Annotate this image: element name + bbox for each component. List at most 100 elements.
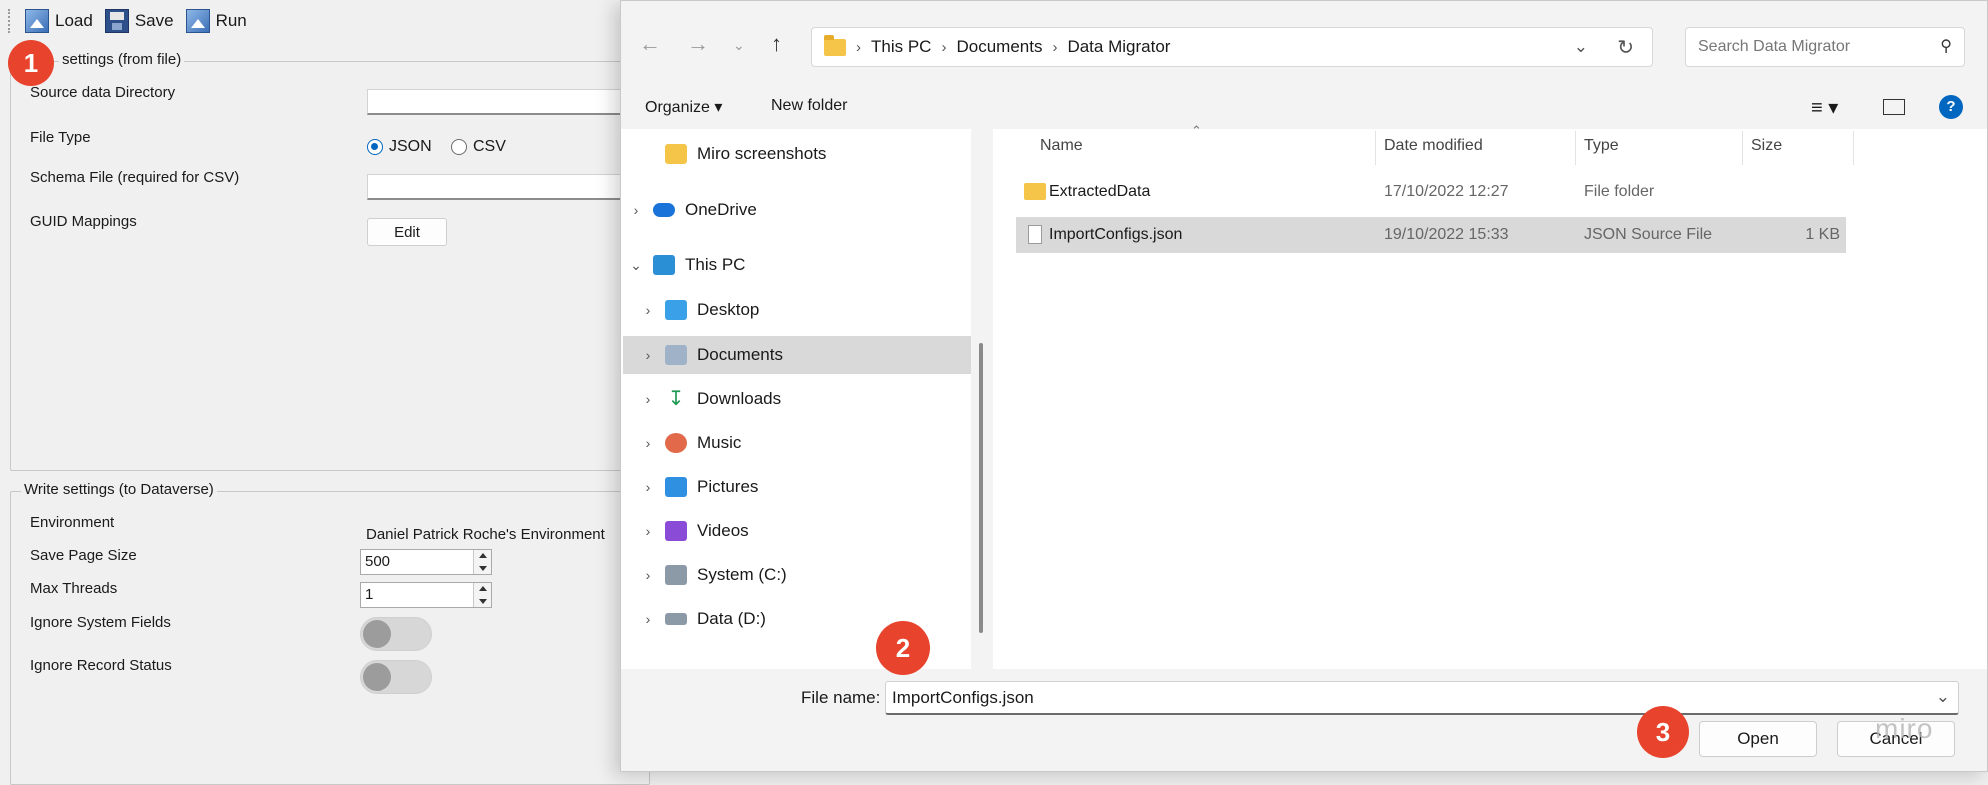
json-option-label: JSON — [389, 138, 432, 155]
file-size: 1 KB — [1805, 226, 1840, 243]
search-placeholder: Search Data Migrator — [1698, 38, 1851, 55]
main-toolbar: Load Save Run — [0, 0, 640, 42]
address-bar[interactable]: › This PC › Documents › Data Migrator ⌄ … — [811, 27, 1653, 67]
nav-item-system-c[interactable]: › System (C:) — [641, 557, 787, 593]
miro-watermark: miro — [1875, 713, 1934, 744]
chevron-right-icon: › — [645, 479, 651, 495]
load-button[interactable]: Load — [25, 9, 93, 33]
ignore-status-toggle[interactable] — [360, 660, 432, 694]
max-threads-stepper[interactable]: 1 — [360, 582, 492, 608]
chevron-right-icon: › — [645, 435, 651, 451]
toolbar-grip — [8, 9, 11, 33]
search-input[interactable]: Search Data Migrator ⚲ — [1685, 27, 1965, 67]
file-row-importconfigs[interactable]: ImportConfigs.json 19/10/2022 15:33 JSON… — [1016, 217, 1846, 253]
column-header-date[interactable]: Date modified — [1384, 137, 1483, 155]
desktop-icon — [665, 300, 687, 320]
nav-item-this-pc[interactable]: ⌄ This PC — [629, 247, 745, 283]
open-button[interactable]: Open — [1699, 721, 1817, 757]
file-row-extracteddata[interactable]: ExtractedData 17/10/2022 12:27 File fold… — [1016, 174, 1846, 210]
file-name-input[interactable]: ImportConfigs.json ⌄ — [885, 681, 1959, 715]
column-divider[interactable] — [1742, 131, 1743, 165]
nav-item-pictures[interactable]: › Pictures — [641, 469, 758, 505]
chevron-down-icon[interactable]: ⌄ — [1574, 37, 1588, 57]
file-type-csv-radio[interactable]: CSV — [451, 138, 506, 156]
column-divider[interactable] — [1853, 131, 1854, 165]
download-icon: ↧ — [667, 388, 685, 410]
chevron-down-icon: ⌄ — [630, 256, 642, 273]
read-settings-group: settings (from file) — [10, 51, 650, 471]
write-settings-title: Write settings (to Dataverse) — [21, 481, 217, 498]
file-type: JSON Source File — [1584, 226, 1713, 243]
back-arrow-icon[interactable]: ← — [639, 31, 661, 57]
breadcrumb-data-migrator[interactable]: Data Migrator — [1067, 37, 1170, 57]
column-divider[interactable] — [1375, 131, 1376, 165]
column-header-size[interactable]: Size — [1751, 137, 1782, 155]
save-button[interactable]: Save — [104, 9, 174, 33]
max-threads-label: Max Threads — [30, 580, 118, 597]
command-bar: Organize ▾ New folder ≡ ▾ ? — [621, 87, 1987, 127]
spin-arrows-icon[interactable] — [473, 583, 491, 607]
nav-item-music[interactable]: › Music — [641, 425, 741, 461]
file-name: ExtractedData — [1049, 183, 1151, 200]
column-divider[interactable] — [1575, 131, 1576, 165]
nav-label: OneDrive — [685, 200, 757, 219]
run-button[interactable]: Run — [185, 9, 247, 33]
nav-scrollbar[interactable] — [979, 343, 983, 633]
up-arrow-icon[interactable]: ↑ — [771, 31, 782, 57]
chevron-down-icon[interactable]: ⌄ — [1936, 687, 1950, 707]
nav-item-miro-screenshots[interactable]: Miro screenshots — [641, 136, 826, 172]
nav-item-documents[interactable]: › Documents — [641, 337, 783, 373]
organize-menu[interactable]: Organize ▾ — [645, 97, 722, 117]
nav-label: Data (D:) — [697, 609, 766, 628]
load-icon — [25, 9, 49, 33]
schema-file-input[interactable] — [367, 174, 627, 200]
floppy-disk-icon — [104, 9, 129, 33]
ignore-system-toggle[interactable] — [360, 617, 432, 651]
chevron-right-icon: › — [856, 38, 861, 56]
breadcrumb-documents[interactable]: Documents — [956, 37, 1042, 57]
page-size-stepper[interactable]: 500 — [360, 549, 492, 575]
file-type: File folder — [1584, 183, 1655, 200]
nav-item-desktop[interactable]: › Desktop — [641, 292, 759, 328]
page-size-value: 500 — [365, 553, 391, 570]
read-settings-title: settings (from file) — [59, 51, 185, 68]
edit-guid-button[interactable]: Edit — [367, 218, 447, 246]
help-icon[interactable]: ? — [1939, 95, 1963, 119]
new-folder-button[interactable]: New folder — [771, 97, 847, 115]
chevron-right-icon: › — [645, 523, 651, 539]
toggle-knob — [363, 620, 391, 648]
chevron-right-icon: › — [645, 391, 651, 407]
ignore-status-label: Ignore Record Status — [30, 657, 172, 674]
pictures-icon — [665, 477, 687, 497]
file-date: 19/10/2022 15:33 — [1384, 226, 1509, 243]
guid-mappings-label: GUID Mappings — [30, 213, 137, 230]
column-header-name[interactable]: Name — [1040, 137, 1083, 155]
file-type-json-radio[interactable]: JSON — [367, 138, 432, 156]
nav-label: Videos — [697, 521, 749, 540]
file-name-value: ImportConfigs.json — [892, 688, 1034, 707]
breadcrumb-this-pc[interactable]: This PC — [871, 37, 931, 57]
nav-item-videos[interactable]: › Videos — [641, 513, 749, 549]
nav-item-data-d[interactable]: › Data (D:) — [641, 601, 766, 637]
videos-icon — [665, 521, 687, 541]
nav-label: Desktop — [697, 300, 760, 319]
refresh-icon[interactable]: ↻ — [1617, 35, 1634, 60]
file-name-label: File name: — [801, 688, 881, 707]
view-options-icon[interactable]: ≡ ▾ — [1811, 95, 1838, 120]
column-header-type[interactable]: Type — [1584, 137, 1619, 155]
schema-file-label: Schema File (required for CSV) — [30, 169, 240, 186]
forward-arrow-icon[interactable]: → — [687, 31, 709, 57]
page-size-label: Save Page Size — [30, 547, 137, 564]
nav-label: This PC — [685, 255, 746, 274]
preview-pane-icon[interactable] — [1883, 99, 1905, 115]
spin-arrows-icon[interactable] — [473, 550, 491, 574]
environment-value: Daniel Patrick Roche's Environment — [366, 526, 605, 543]
source-dir-input[interactable] — [367, 89, 627, 115]
run-icon — [185, 9, 210, 33]
step-badge-3: 3 — [1637, 706, 1689, 758]
nav-item-downloads[interactable]: › ↧ Downloads — [641, 381, 781, 417]
recent-chevron-icon[interactable]: ⌄ — [733, 37, 745, 54]
nav-item-onedrive[interactable]: › OneDrive — [629, 192, 757, 228]
caret-down-icon: ▾ — [714, 99, 723, 116]
json-file-icon — [1028, 225, 1042, 244]
